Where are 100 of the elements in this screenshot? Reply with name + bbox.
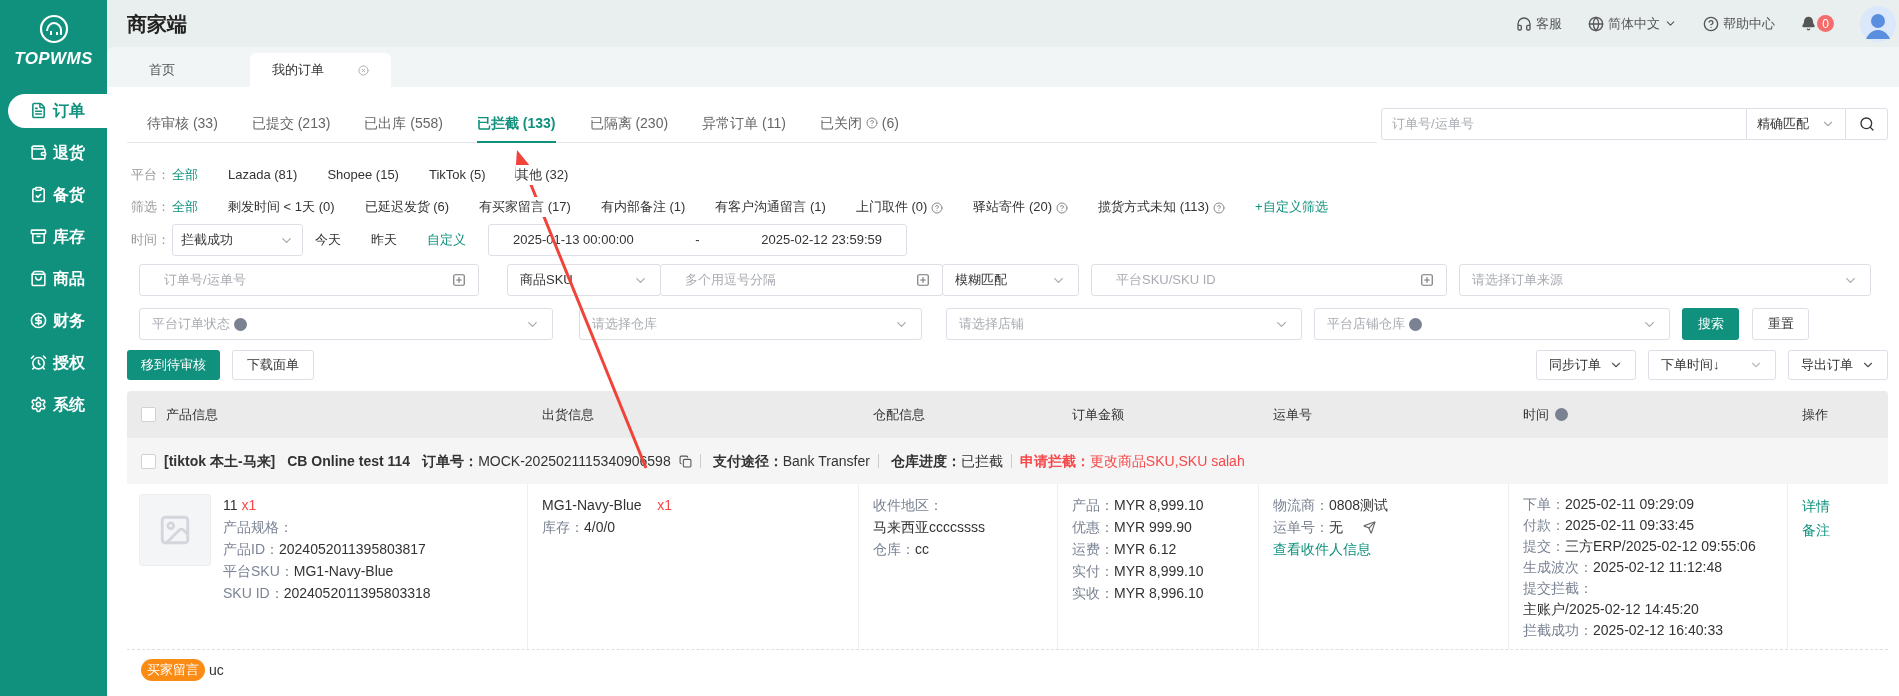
amount-line: 优惠：MYR 999.90 xyxy=(1072,518,1193,537)
send-icon[interactable] xyxy=(1363,520,1376,534)
filter-label: 平台： xyxy=(131,166,170,185)
product-name: 11 x1 xyxy=(223,496,258,515)
status-tab[interactable]: 已隔离 (230) xyxy=(589,105,669,143)
time-line: 生成波次：2025-02-12 11:12:48 xyxy=(1523,558,1723,577)
column-header: 运单号 xyxy=(1273,405,1312,424)
shop-name: [tiktok 本土-马来] xyxy=(164,451,276,471)
filter-option[interactable]: 驿站寄件 (20) xyxy=(973,197,1068,217)
sidebar-item[interactable]: 订单 xyxy=(8,93,107,128)
filter-option[interactable]: 有客户沟通留言 (1) xyxy=(715,197,826,217)
reset-button[interactable]: 重置 xyxy=(1752,308,1809,340)
logo-icon xyxy=(38,14,69,44)
search-button[interactable] xyxy=(1845,108,1888,140)
column-header: 时间 xyxy=(1523,405,1549,424)
sidebar-item[interactable]: 财务 xyxy=(8,303,107,338)
sort-select[interactable]: 下单时间↓ xyxy=(1648,350,1776,380)
sidebar-item[interactable]: 备货 xyxy=(8,177,107,212)
time-option[interactable]: 今天 xyxy=(315,230,341,250)
document-icon xyxy=(30,102,47,119)
image-icon xyxy=(158,513,192,547)
header-action[interactable]: 客服 xyxy=(1516,13,1562,34)
sidebar-item[interactable]: 商品 xyxy=(8,261,107,296)
store-name: CB Online test 114 xyxy=(287,451,411,471)
filter-option[interactable]: 有买家留言 (17) xyxy=(479,197,571,217)
select-field[interactable]: 模糊匹配 xyxy=(942,264,1079,296)
sidebar-item[interactable]: 系统 xyxy=(8,387,107,422)
product-detail: 平台SKU：MG1-Navy-Blue xyxy=(223,562,395,581)
custom-filter-link[interactable]: +自定义筛选 xyxy=(1255,197,1328,217)
copy-icon[interactable] xyxy=(678,454,692,468)
order-field: 仓库进度：已拦截 xyxy=(890,450,1003,472)
time-line: 付款：2025-02-11 09:33:45 xyxy=(1523,516,1695,535)
warehouse-info: 仓库：cc xyxy=(873,540,930,559)
product-detail: SKU ID：2024052011395803318 xyxy=(223,584,431,603)
checkbox[interactable] xyxy=(141,407,156,422)
notification-badge: 0 xyxy=(1817,15,1834,32)
sidebar-item[interactable]: 授权 xyxy=(8,345,107,380)
match-mode-select[interactable]: 精确匹配 xyxy=(1747,108,1845,140)
amount-line: 运费：MYR 6.12 xyxy=(1072,540,1178,559)
product-detail: 产品ID：2024052011395803817 xyxy=(223,540,427,559)
filter-option[interactable]: 已延迟发货 (6) xyxy=(364,197,450,217)
page-tab[interactable]: 首页 xyxy=(127,53,230,87)
amount-line: 产品：MYR 8,999.10 xyxy=(1072,496,1205,515)
logo-text: TOPWMS xyxy=(14,48,93,70)
column-header: 订单金额 xyxy=(1072,405,1124,424)
search-icon xyxy=(1858,116,1875,132)
help-icon xyxy=(1703,15,1719,32)
coin-icon xyxy=(30,312,47,329)
status-tab[interactable]: 已提交 (213) xyxy=(251,105,331,143)
time-option[interactable]: 昨天 xyxy=(371,230,397,250)
amount-line: 实付：MYR 8,999.10 xyxy=(1072,562,1205,581)
download-button[interactable]: 下载面单 xyxy=(232,350,314,380)
dropdown-button[interactable]: 同步订单 xyxy=(1536,350,1636,380)
status-tab[interactable]: 异常订单 (11) xyxy=(702,105,786,143)
buyer-message: uc xyxy=(209,660,224,680)
intercept-reason: 申请拦截：更改商品SKU,SKU salah xyxy=(1019,451,1245,471)
page-tab[interactable]: 我的订单 xyxy=(250,53,391,87)
wallet-icon xyxy=(30,144,47,161)
order-field: 支付途径：Bank Transfer xyxy=(712,450,870,472)
filter-option[interactable]: 揽货方式未知 (113) xyxy=(1098,197,1225,217)
header-action[interactable]: 简体中文 xyxy=(1588,13,1677,34)
time-label: 提交拦截： xyxy=(1523,579,1594,598)
filter-option[interactable]: 上门取件 (0) xyxy=(855,197,944,217)
recipient-link[interactable]: 查看收件人信息 xyxy=(1273,538,1494,560)
column-header: 产品信息 xyxy=(166,405,218,424)
platform-option[interactable]: 其他 (32) xyxy=(515,165,569,185)
filter-option[interactable]: 有内部备注 (1) xyxy=(600,197,686,217)
time-value: 主账户/2025-02-12 14:45:20 xyxy=(1523,600,1700,619)
avatar-icon[interactable] xyxy=(1860,5,1896,42)
status-tab[interactable]: 待审核 (33) xyxy=(147,105,218,143)
app-title: 商家端 xyxy=(127,11,187,37)
clipboard-icon xyxy=(30,186,47,203)
sidebar-item[interactable]: 退货 xyxy=(8,135,107,170)
time-line: 提交：三方ERP/2025-02-12 09:55:06 xyxy=(1523,537,1757,556)
status-tab[interactable]: 已关闭 (6) xyxy=(819,105,899,143)
column-header: 出货信息 xyxy=(542,405,594,424)
move-button[interactable]: 移到待审核 xyxy=(127,350,220,380)
headset-icon xyxy=(1516,15,1532,32)
bell-icon[interactable] xyxy=(1801,16,1816,31)
status-tab[interactable]: 已拦截 (133) xyxy=(476,105,556,143)
filter-option[interactable]: 剩发时间 < 1天 (0) xyxy=(228,197,335,217)
operation-link[interactable]: 备注 xyxy=(1802,518,1874,542)
globe-icon xyxy=(1588,15,1604,32)
header-action[interactable]: 帮助中心 xyxy=(1703,13,1775,34)
time-line: 拦截成功：2025-02-12 16:40:33 xyxy=(1523,621,1724,640)
shipping-sku: MG1-Navy-Blue x1 xyxy=(542,496,673,515)
sidebar-item[interactable]: 库存 xyxy=(8,219,107,254)
time-option[interactable]: 自定义 xyxy=(427,230,466,250)
status-tab[interactable]: 已出库 (558) xyxy=(364,105,443,143)
buyer-message-tag: 买家留言 xyxy=(141,659,205,681)
filter-label: 筛选： xyxy=(131,198,170,217)
checkbox[interactable] xyxy=(141,453,156,469)
search-button[interactable]: 搜索 xyxy=(1682,308,1739,340)
column-header: 仓配信息 xyxy=(873,405,925,424)
carrier-info: 物流商：0808测试 xyxy=(1273,496,1390,515)
time-type-select[interactable]: 拦截成功 xyxy=(172,224,303,256)
product-detail: 产品规格： xyxy=(223,518,294,537)
region-label: 收件地区： xyxy=(873,496,944,515)
operation-link[interactable]: 详情 xyxy=(1802,494,1874,518)
dropdown-button[interactable]: 导出订单 xyxy=(1788,350,1888,380)
